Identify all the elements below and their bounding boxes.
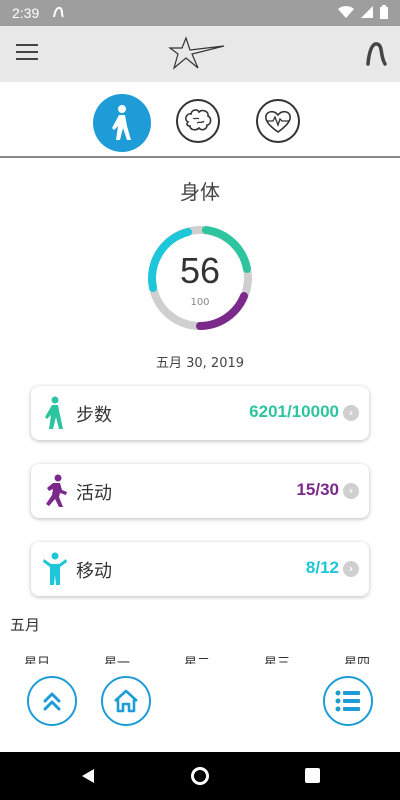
active-card[interactable]: 活动 15/30 › <box>31 464 369 518</box>
status-icons <box>338 5 388 19</box>
move-label: 移动 <box>76 561 112 582</box>
weekday-row: 星日 星一 星二 星三 星四 <box>0 652 400 664</box>
weekday-label: 星一 <box>104 656 131 664</box>
chevron-right-icon: › <box>343 483 359 499</box>
gauge-value: 56 <box>179 250 221 291</box>
chevron-right-icon: › <box>343 405 359 421</box>
active-label: 活动 <box>76 483 112 504</box>
standing-person-icon <box>43 552 67 585</box>
scroll-top-button[interactable] <box>27 676 77 726</box>
move-card[interactable]: 移动 8/12 › <box>31 542 369 596</box>
system-navigation-bar <box>0 752 400 800</box>
gauge-max: 100 <box>190 297 210 308</box>
tab-brain[interactable] <box>176 99 220 143</box>
steps-label: 步数 <box>76 405 112 426</box>
signal-icon <box>361 6 373 18</box>
tab-body[interactable] <box>93 94 151 152</box>
weekday-label: 星日 <box>24 656 51 664</box>
tab-heart[interactable] <box>256 99 300 143</box>
running-icon <box>46 474 67 507</box>
weekday-label: 星二 <box>184 656 211 664</box>
home-icon <box>114 689 138 713</box>
wifi-icon <box>338 5 354 19</box>
list-icon <box>335 690 360 712</box>
move-value: 8/12 <box>305 558 339 577</box>
status-bar: 2:39 <box>0 0 400 26</box>
recent-apps-icon[interactable] <box>305 768 320 783</box>
date-label: 五月 30, 2019 <box>155 356 245 371</box>
walking-icon <box>112 105 131 140</box>
steps-value: 6201/10000 <box>249 402 339 421</box>
walking-icon <box>45 396 63 429</box>
heart-icon <box>265 110 291 133</box>
star-logo-icon <box>168 34 228 76</box>
chevron-right-icon: › <box>343 561 359 577</box>
menu-icon[interactable] <box>16 44 38 62</box>
weekday-label: 星三 <box>264 656 291 664</box>
list-button[interactable] <box>323 676 373 726</box>
brain-icon <box>185 109 212 131</box>
category-tabs <box>0 82 400 158</box>
back-icon[interactable] <box>80 768 96 784</box>
double-chevron-up-icon <box>43 692 61 711</box>
weekday-label: 星四 <box>344 656 371 664</box>
status-time: 2:39 <box>12 5 40 21</box>
app-bar <box>0 26 400 82</box>
steps-card[interactable]: 步数 6201/10000 › <box>31 386 369 440</box>
home-nav-icon[interactable] <box>191 767 209 785</box>
hearing-aid-icon[interactable] <box>364 40 388 70</box>
home-button[interactable] <box>101 676 151 726</box>
month-label: 五月 <box>10 616 41 634</box>
hearing-aid-notification-icon <box>51 5 65 23</box>
battery-icon <box>380 5 388 19</box>
section-title: 身体 <box>180 180 220 204</box>
active-value: 15/30 <box>296 480 339 499</box>
